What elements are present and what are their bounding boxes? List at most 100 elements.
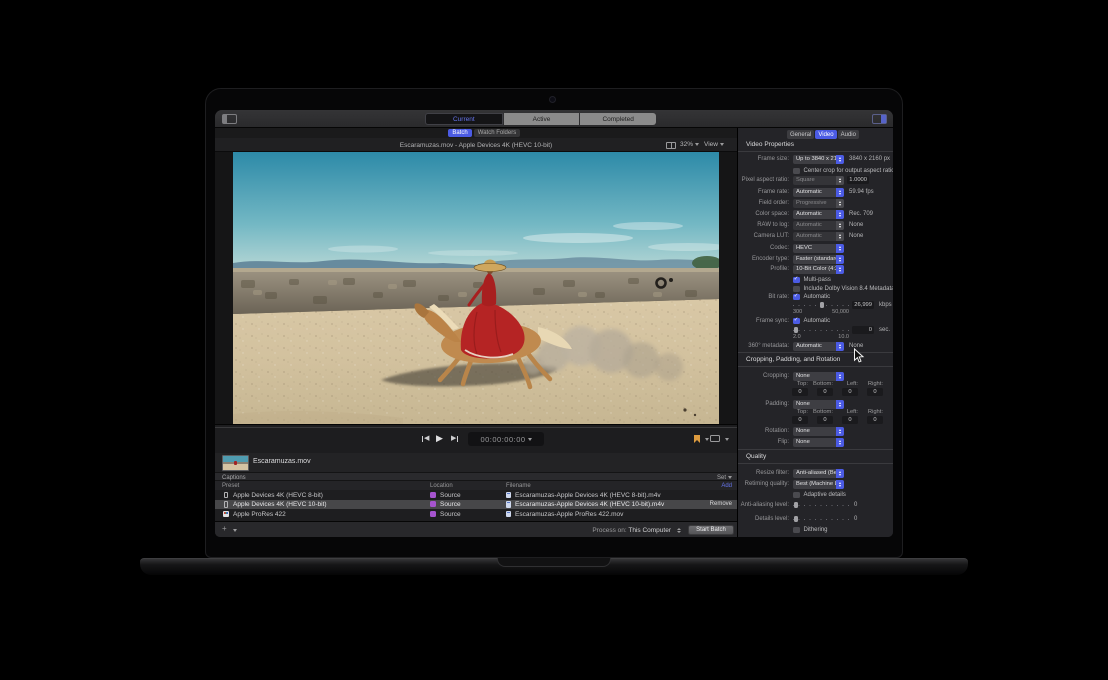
multipass-checkbox[interactable] [793, 277, 800, 284]
center-crop-checkbox[interactable] [793, 168, 800, 175]
start-batch-button[interactable]: Start Batch [688, 525, 734, 535]
rotation-popup[interactable]: None [793, 427, 844, 436]
aa-level-slider[interactable] [793, 501, 849, 509]
source-thumbnail [222, 455, 249, 471]
frame-sync-label: Frame sync: [738, 318, 789, 324]
frame-sync-slider[interactable] [793, 326, 849, 334]
pad-right-field[interactable]: 0 [867, 416, 883, 424]
cropping-popup[interactable]: None [793, 372, 844, 381]
scrubber[interactable] [215, 427, 737, 428]
pad-top-field[interactable]: 0 [792, 416, 808, 424]
camera-lut-popup[interactable]: Automatic [793, 232, 844, 241]
video-preview [233, 152, 719, 424]
view-menu[interactable]: View [704, 141, 724, 148]
retiming-popup[interactable]: Best (Machine Learni… [793, 480, 844, 489]
padding-row: Padding: None [738, 399, 893, 409]
preset-row-selected[interactable]: Apple Devices 4K (HEVC 10-bit) Source Es… [215, 500, 737, 510]
display-icon[interactable] [710, 435, 720, 442]
compressor-window: Current Active Completed Batch Watch Fol… [215, 110, 893, 537]
tab-video[interactable]: Video [815, 130, 836, 139]
section-video-properties: Video Properties [746, 141, 794, 148]
previous-frame-button[interactable]: ◀ [424, 434, 429, 444]
tab-watch-folders[interactable]: Watch Folders [474, 129, 520, 137]
tab-completed[interactable]: Completed [580, 113, 656, 125]
preset-name: Apple Devices 4K (HEVC 8-bit) [233, 492, 323, 499]
tab-general[interactable]: General [787, 130, 814, 139]
pixel-aspect-popup[interactable]: Square [793, 176, 844, 185]
rotation-label: Rotation: [738, 428, 789, 434]
view-segmented-control: Current Active Completed [425, 113, 656, 125]
bitrate-range: 300 50,000 [793, 309, 849, 315]
frame-sync-range: 2.0 10.0 [793, 334, 849, 340]
add-item-chevron-icon[interactable] [233, 529, 237, 532]
color-space-popup[interactable]: Automatic [793, 210, 844, 219]
location-folder-icon [430, 492, 436, 498]
padding-popup[interactable]: None [793, 400, 844, 409]
zoom-value: 32% [680, 141, 693, 148]
preset-header-row: Preset Location Filename Add [215, 481, 737, 490]
pad-bottom-field[interactable]: 0 [817, 416, 833, 424]
section-cropping: Cropping, Padding, and Rotation [746, 356, 840, 363]
marker-icon[interactable] [694, 435, 700, 443]
inspector-toggle-icon[interactable] [872, 114, 887, 124]
inspector-tabs: General Video Audio [787, 130, 859, 139]
next-frame-button[interactable]: ▶ [451, 434, 456, 444]
timecode-display[interactable]: 00:00:00:00 [468, 432, 544, 446]
frame-rate-popup[interactable]: Automatic [793, 188, 844, 197]
aa-level-label: Anti-aliasing level: [738, 502, 789, 508]
crop-top-field[interactable]: 0 [792, 388, 808, 396]
raw-log-popup[interactable]: Automatic [793, 221, 844, 230]
preset-row[interactable]: Apple ProRes 422 Source Escaramuzas-Appl… [215, 509, 737, 519]
frame-sync-checkbox[interactable] [793, 318, 800, 325]
field-order-popup[interactable]: Progressive [793, 199, 844, 208]
pad-left-field[interactable]: 0 [842, 416, 858, 424]
encoder-popup[interactable]: Faster (standard qua… [793, 255, 844, 264]
compare-view-icon[interactable] [666, 142, 676, 149]
display-menu-chevron-icon[interactable] [725, 438, 729, 441]
raw-log-row: RAW to log: Automatic None [738, 220, 893, 230]
captions-set-menu[interactable]: Set [717, 475, 732, 481]
codec-label: Codec: [738, 245, 789, 251]
process-on[interactable]: Process on: This Computer [592, 527, 671, 534]
frame-sync-max: 10.0 [838, 334, 849, 340]
flip-popup[interactable]: None [793, 438, 844, 447]
source-row[interactable]: Escaramuzas.mov [215, 453, 737, 472]
zoom-level-menu[interactable]: 32% [680, 141, 699, 148]
bitrate-field[interactable]: 26,999 [852, 301, 874, 309]
details-level-slider[interactable] [793, 515, 849, 523]
frame-size-row: Frame size: Up to 3840 x 2160 3840 x 216… [738, 154, 893, 164]
color-space-row: Color space: Automatic Rec. 709 [738, 209, 893, 219]
adaptive-checkbox[interactable] [793, 492, 800, 499]
frame-size-popup[interactable]: Up to 3840 x 2160 [793, 155, 844, 164]
sidebar-toggle-icon[interactable] [222, 114, 237, 124]
filename-value: Escaramuzas-Apple Devices 4K (HEVC 8-bit… [515, 492, 661, 499]
play-button[interactable]: ▶ [436, 433, 443, 443]
tab-active[interactable]: Active [504, 113, 580, 125]
resize-filter-row: Resize filter: Anti-aliased (Best) [738, 468, 893, 478]
tab-batch[interactable]: Batch [448, 129, 472, 137]
resize-filter-popup[interactable]: Anti-aliased (Best) [793, 469, 844, 478]
meta360-popup[interactable]: Automatic [793, 342, 844, 351]
codec-popup[interactable]: HEVC [793, 244, 844, 253]
crop-left-field[interactable]: 0 [842, 388, 858, 396]
frame-size-label: Frame size: [738, 156, 789, 162]
pixel-aspect-field[interactable]: 1.0000 [847, 176, 869, 184]
process-target-stepper[interactable] [675, 526, 682, 535]
add-output-link[interactable]: Add [721, 483, 732, 489]
remove-link[interactable]: Remove [710, 501, 732, 507]
preset-row[interactable]: Apple Devices 4K (HEVC 8-bit) Source Esc… [215, 490, 737, 500]
profile-popup[interactable]: 10-Bit Color (4:2:0) [793, 265, 844, 274]
dithering-checkbox[interactable] [793, 527, 800, 534]
tab-current[interactable]: Current [425, 113, 503, 125]
frame-sync-unit: sec. [879, 327, 890, 333]
crop-bottom-field[interactable]: 0 [817, 388, 833, 396]
col-filename: Filename [506, 483, 531, 489]
crop-right-field[interactable]: 0 [867, 388, 883, 396]
marker-menu-chevron-icon[interactable] [705, 438, 709, 441]
device-icon [224, 492, 228, 499]
filename-value: Escaramuzas-Apple ProRes 422.mov [515, 511, 623, 518]
frame-sync-field[interactable]: 0 [852, 326, 874, 334]
bitrate-slider[interactable] [793, 301, 849, 309]
add-item-button[interactable]: + [222, 524, 227, 533]
tab-audio[interactable]: Audio [838, 130, 859, 139]
